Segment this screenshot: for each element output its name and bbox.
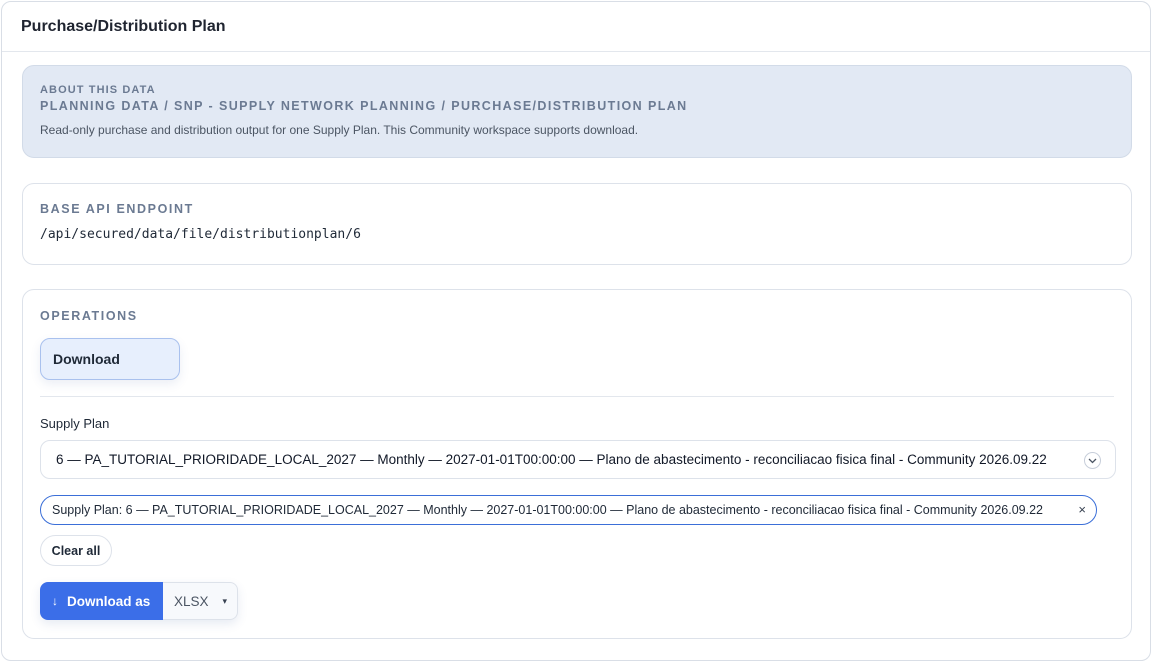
- chevron-down-icon[interactable]: [1084, 452, 1101, 469]
- supply-plan-filter-chip: Supply Plan: 6 — PA_TUTORIAL_PRIORIDADE_…: [40, 495, 1097, 525]
- supply-plan-select[interactable]: 6 — PA_TUTORIAL_PRIORIDADE_LOCAL_2027 — …: [40, 440, 1116, 479]
- about-description: Read-only purchase and distribution outp…: [40, 123, 639, 137]
- close-icon[interactable]: ×: [1078, 502, 1086, 517]
- endpoint-card: BASE API ENDPOINT /api/secured/data/file…: [22, 183, 1132, 265]
- download-as-label: Download as: [67, 593, 151, 609]
- download-arrow-icon: ↓: [52, 594, 58, 608]
- endpoint-label: BASE API ENDPOINT: [40, 202, 194, 216]
- caret-down-icon: ▾: [222, 595, 228, 606]
- download-as-button[interactable]: ↓ Download as: [40, 582, 163, 620]
- operations-card: OPERATIONS Download Supply Plan 6 — PA_T…: [22, 289, 1132, 639]
- chip-label: Supply Plan: 6 — PA_TUTORIAL_PRIORIDADE_…: [52, 503, 1044, 517]
- format-select[interactable]: XLSX ▾: [163, 582, 238, 620]
- supply-plan-selected-value: 6 — PA_TUTORIAL_PRIORIDADE_LOCAL_2027 — …: [56, 452, 1047, 467]
- clear-all-button[interactable]: Clear all: [40, 535, 112, 566]
- page-title: Purchase/Distribution Plan: [21, 17, 226, 35]
- endpoint-value: /api/secured/data/file/distributionplan/…: [40, 227, 361, 242]
- panel-header: Purchase/Distribution Plan: [2, 2, 1150, 52]
- download-operation-button[interactable]: Download: [40, 338, 180, 380]
- divider: [40, 396, 1114, 397]
- about-banner: ABOUT THIS DATA PLANNING DATA / SNP - SU…: [22, 65, 1132, 158]
- format-value: XLSX: [174, 593, 209, 609]
- about-eyebrow: ABOUT THIS DATA: [40, 84, 156, 96]
- supply-plan-label: Supply Plan: [40, 416, 110, 431]
- about-breadcrumb-path: PLANNING DATA / SNP - SUPPLY NETWORK PLA…: [40, 99, 688, 113]
- panel: Purchase/Distribution Plan ABOUT THIS DA…: [1, 1, 1151, 661]
- download-as-group: ↓ Download as XLSX ▾: [40, 582, 238, 620]
- operations-label: OPERATIONS: [40, 309, 138, 323]
